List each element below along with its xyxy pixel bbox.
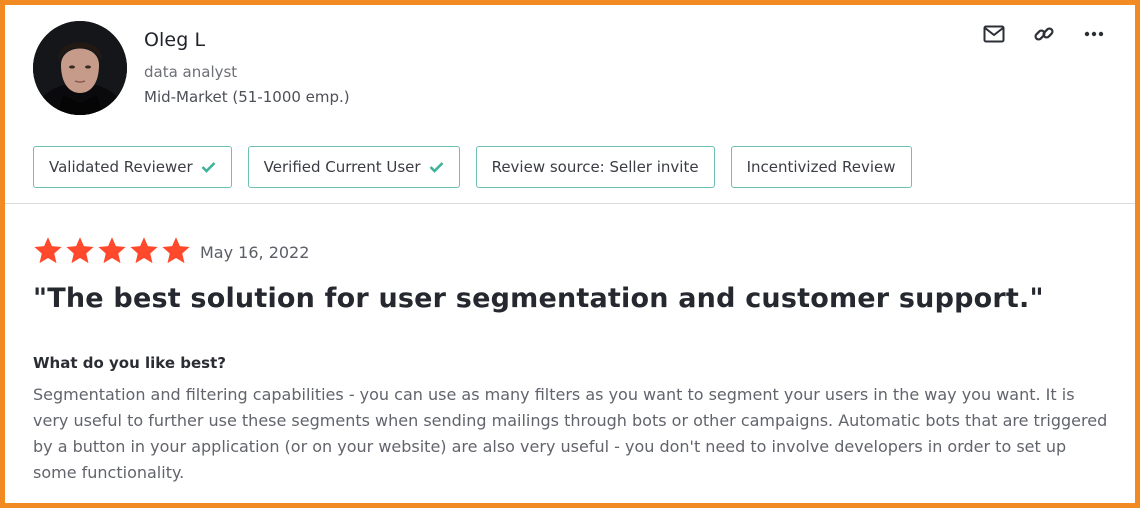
star-icon <box>97 236 127 269</box>
star-icon <box>33 236 63 269</box>
review-actions <box>981 21 1107 47</box>
check-icon <box>201 161 216 173</box>
more-options-icon[interactable] <box>1081 21 1107 47</box>
star-icon <box>161 236 191 269</box>
badge-label: Validated Reviewer <box>49 158 193 176</box>
star-icon <box>129 236 159 269</box>
badge-label: Incentivized Review <box>746 158 896 176</box>
star-rating <box>33 236 191 269</box>
avatar[interactable] <box>33 21 127 115</box>
badge-label: Verified Current User <box>263 158 421 176</box>
check-icon <box>429 161 444 173</box>
divider <box>5 203 1135 204</box>
star-icon <box>65 236 95 269</box>
review-question: What do you like best? <box>33 354 226 372</box>
mail-icon[interactable] <box>981 21 1007 47</box>
badge-validated-reviewer[interactable]: Validated Reviewer <box>33 146 232 188</box>
reviewer-title: data analyst <box>144 63 238 81</box>
reviewer-header: Oleg L data analyst Mid-Market (51-1000 … <box>5 5 1135 204</box>
badge-label: Review source: Seller invite <box>491 158 699 176</box>
badge-incentivized-review[interactable]: Incentivized Review <box>730 146 912 188</box>
reviewer-company-size: Mid-Market (51-1000 emp.) <box>144 88 350 106</box>
badge-review-source[interactable]: Review source: Seller invite <box>475 146 715 188</box>
badge-verified-current-user[interactable]: Verified Current User <box>247 146 460 188</box>
review-answer: Segmentation and filtering capabilities … <box>33 385 1108 482</box>
review-card: Oleg L data analyst Mid-Market (51-1000 … <box>0 0 1140 508</box>
link-icon[interactable] <box>1031 21 1057 47</box>
review-date: May 16, 2022 <box>200 243 310 262</box>
reviewer-name[interactable]: Oleg L <box>144 29 205 51</box>
review-headline[interactable]: "The best solution for user segmentation… <box>33 283 1044 314</box>
reviewer-badges: Validated Reviewer Verified Current User… <box>33 146 912 188</box>
rating-row: May 16, 2022 <box>33 236 309 269</box>
